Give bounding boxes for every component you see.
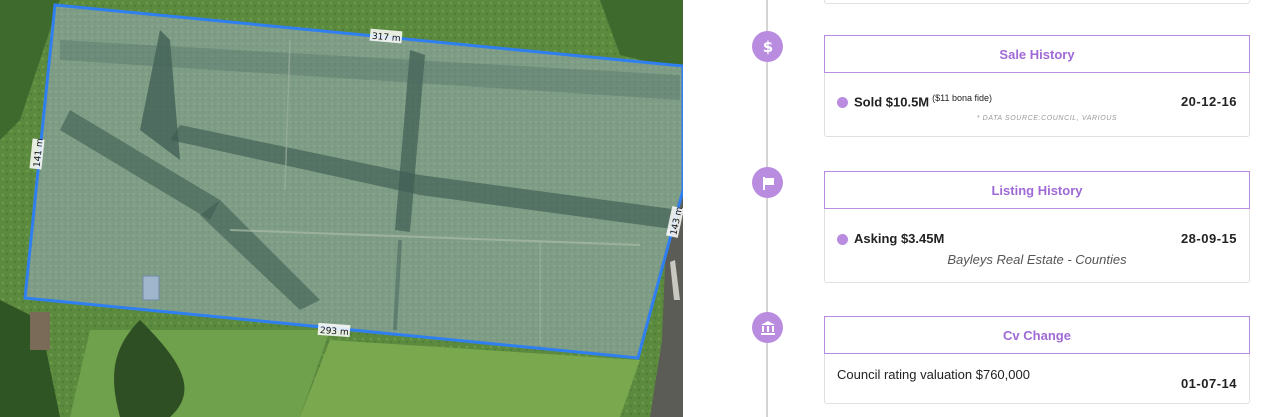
listing-dot (837, 234, 848, 246)
svg-text:$: $ (762, 38, 772, 56)
sale-entry: Sold $10.5M ($11 bona fide) (837, 93, 992, 109)
listing-entry: Asking $3.45M (837, 231, 944, 246)
listing-agent: Bayleys Real Estate - Counties (947, 252, 1127, 267)
listing-history-card: Listing History Asking $3.45M 28-09-15 B… (824, 171, 1250, 283)
bank-icon (752, 312, 783, 343)
sale-note: ($11 bona fide) (932, 93, 993, 103)
cv-label: Council rating valuation $760,000 (837, 367, 1030, 382)
listing-history-title: Listing History (824, 171, 1250, 209)
measurement-bottom: 293 m (317, 322, 351, 338)
timeline-line (766, 0, 768, 417)
cv-date: 01-07-14 (1180, 376, 1237, 391)
sale-dot (837, 97, 848, 109)
aerial-map[interactable]: 317 m 141 m 143 m 293 m (0, 0, 683, 417)
sale-history-card: Sale History Sold $10.5M ($11 bona fide) … (824, 35, 1250, 137)
sale-date: 20-12-16 (1180, 93, 1237, 109)
dollar-icon: $ (752, 31, 783, 62)
flag-icon (752, 167, 783, 198)
previous-card-edge (824, 0, 1250, 4)
svg-text:293 m: 293 m (320, 326, 349, 338)
listing-date: 28-09-15 (1180, 231, 1237, 246)
cv-change-card: Cv Change Council rating valuation $760,… (824, 316, 1250, 404)
cv-change-title: Cv Change (824, 316, 1250, 354)
sale-label: Sold $10.5M (854, 94, 930, 110)
aerial-map-image: 317 m 141 m 143 m 293 m (0, 0, 683, 417)
data-source-note: * DATA SOURCE:COUNCIL, VARIOUS (976, 115, 1118, 123)
sale-history-title: Sale History (824, 35, 1250, 73)
listing-label: Asking $3.45M (854, 231, 945, 246)
